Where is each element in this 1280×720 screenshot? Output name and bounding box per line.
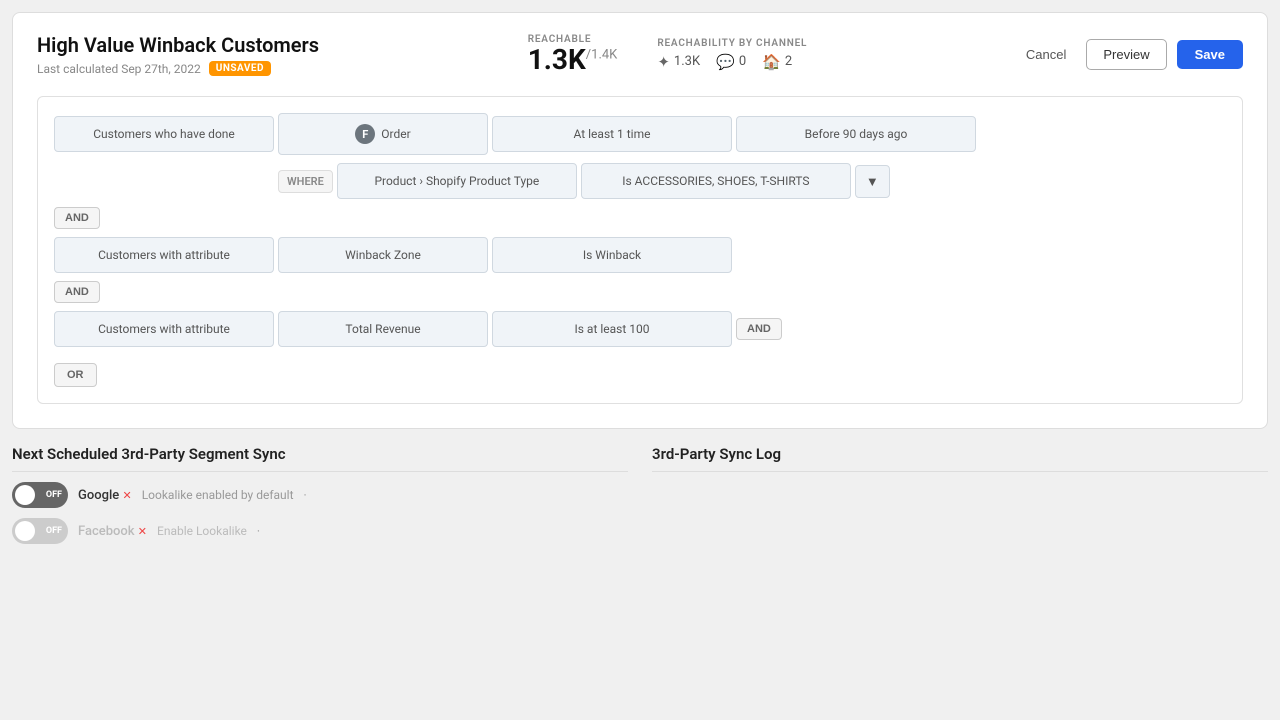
last-calculated: Last calculated Sep 27th, 2022 bbox=[37, 62, 201, 76]
unsaved-badge: UNSAVED bbox=[209, 61, 271, 76]
condition-row-1: Customers who have done F Order At least… bbox=[54, 113, 1226, 155]
sync-log-title: 3rd-Party Sync Log bbox=[652, 445, 1268, 472]
toggle-knob-google bbox=[15, 485, 35, 505]
facebook-label: Facebook ✕ bbox=[78, 524, 147, 539]
where-value[interactable]: Is ACCESSORIES, SHOES, T-SHIRTS bbox=[581, 163, 851, 199]
push-icon: 🏠 bbox=[762, 53, 781, 71]
condition-row-3: Customers with attribute Total Revenue I… bbox=[54, 311, 1226, 347]
and-connector-2: AND bbox=[54, 281, 1226, 303]
or-button[interactable]: OR bbox=[54, 363, 97, 387]
condition-attr-value-2[interactable]: Is Winback bbox=[492, 237, 732, 273]
reachable-value: 1.3K/1.4K bbox=[528, 45, 618, 76]
condition-time-1[interactable]: Before 90 days ago bbox=[736, 116, 976, 152]
toggle-off-label-google: OFF bbox=[46, 490, 62, 500]
reachability-channels: ✦ 1.3K 💬 0 🏠 2 bbox=[657, 53, 807, 71]
reachability-label: REACHABILITY BY CHANNEL bbox=[657, 38, 807, 49]
condition-type-1[interactable]: Customers who have done bbox=[54, 116, 274, 152]
condition-attr-name-2[interactable]: Winback Zone bbox=[278, 237, 488, 273]
toggle-off-label-facebook: OFF bbox=[46, 526, 62, 536]
main-card: High Value Winback Customers Last calcul… bbox=[12, 12, 1268, 429]
filter-button[interactable]: ▼ bbox=[855, 165, 890, 198]
row3-and-button[interactable]: AND bbox=[736, 318, 782, 340]
and-connector-1: AND bbox=[54, 207, 1226, 229]
bottom-section: Next Scheduled 3rd-Party Segment Sync OF… bbox=[12, 445, 1268, 554]
where-label: WHERE bbox=[278, 170, 333, 193]
f-badge: F bbox=[355, 124, 375, 144]
sync-item-google: OFF Google ✕ Lookalike enabled by defaul… bbox=[12, 482, 628, 508]
toggle-knob-facebook bbox=[15, 521, 35, 541]
condition-attr-value-3[interactable]: Is at least 100 bbox=[492, 311, 732, 347]
reachable-number: 1.3K bbox=[528, 43, 586, 76]
or-section: OR bbox=[54, 363, 1226, 387]
and-button-2[interactable]: AND bbox=[54, 281, 100, 303]
page-wrapper: High Value Winback Customers Last calcul… bbox=[0, 0, 1280, 720]
channel-email: ✦ 1.3K bbox=[657, 53, 700, 71]
and-button-1[interactable]: AND bbox=[54, 207, 100, 229]
page-title: High Value Winback Customers bbox=[37, 33, 319, 57]
channel-email-value: 1.3K bbox=[674, 54, 700, 69]
title-section: High Value Winback Customers Last calcul… bbox=[37, 33, 319, 76]
condition-type-2[interactable]: Customers with attribute bbox=[54, 237, 274, 273]
sync-panel: Next Scheduled 3rd-Party Segment Sync OF… bbox=[12, 445, 628, 554]
event-label: Order bbox=[381, 127, 410, 141]
facebook-x: ✕ bbox=[138, 525, 147, 538]
header-row: High Value Winback Customers Last calcul… bbox=[37, 33, 1243, 76]
sync-log-panel: 3rd-Party Sync Log bbox=[652, 445, 1268, 554]
facebook-lookalike: Enable Lookalike bbox=[157, 524, 247, 538]
channel-sms: 💬 0 bbox=[716, 53, 746, 71]
email-icon: ✦ bbox=[657, 53, 670, 71]
reachability-group: REACHABILITY BY CHANNEL ✦ 1.3K 💬 0 🏠 2 bbox=[657, 38, 807, 71]
reachable-sub: /1.4K bbox=[586, 47, 618, 62]
sms-icon: 💬 bbox=[716, 53, 735, 71]
where-attribute[interactable]: Product › Shopify Product Type bbox=[337, 163, 577, 199]
filter-icon: ▼ bbox=[866, 174, 879, 189]
google-lookalike: Lookalike enabled by default bbox=[142, 488, 294, 502]
channel-sms-value: 0 bbox=[739, 54, 746, 69]
condition-row-2: Customers with attribute Winback Zone Is… bbox=[54, 237, 1226, 273]
facebook-toggle: OFF bbox=[12, 518, 68, 544]
channel-push-value: 2 bbox=[785, 54, 792, 69]
reachable-metric: REACHABLE 1.3K/1.4K bbox=[528, 34, 618, 76]
condition-event-1[interactable]: F Order bbox=[278, 113, 488, 155]
metrics-section: REACHABLE 1.3K/1.4K REACHABILITY BY CHAN… bbox=[528, 34, 808, 76]
save-button[interactable]: Save bbox=[1177, 40, 1243, 69]
google-label: Google ✕ bbox=[78, 488, 132, 503]
google-x: ✕ bbox=[122, 489, 131, 502]
channel-push: 🏠 2 bbox=[762, 53, 792, 71]
header-actions: Cancel Preview Save bbox=[1016, 39, 1243, 70]
condition-attr-name-3[interactable]: Total Revenue bbox=[278, 311, 488, 347]
google-toggle[interactable]: OFF bbox=[12, 482, 68, 508]
preview-button[interactable]: Preview bbox=[1086, 39, 1166, 70]
google-dash: · bbox=[304, 488, 307, 502]
condition-frequency-1[interactable]: At least 1 time bbox=[492, 116, 732, 152]
condition-type-3[interactable]: Customers with attribute bbox=[54, 311, 274, 347]
subtitle-row: Last calculated Sep 27th, 2022 UNSAVED bbox=[37, 61, 319, 76]
sync-item-facebook: OFF Facebook ✕ Enable Lookalike · bbox=[12, 518, 628, 544]
where-row: WHERE Product › Shopify Product Type Is … bbox=[54, 163, 1226, 199]
segment-builder: Customers who have done F Order At least… bbox=[37, 96, 1243, 404]
cancel-button[interactable]: Cancel bbox=[1016, 41, 1076, 68]
facebook-dash: · bbox=[257, 524, 260, 538]
sync-panel-title: Next Scheduled 3rd-Party Segment Sync bbox=[12, 445, 628, 472]
